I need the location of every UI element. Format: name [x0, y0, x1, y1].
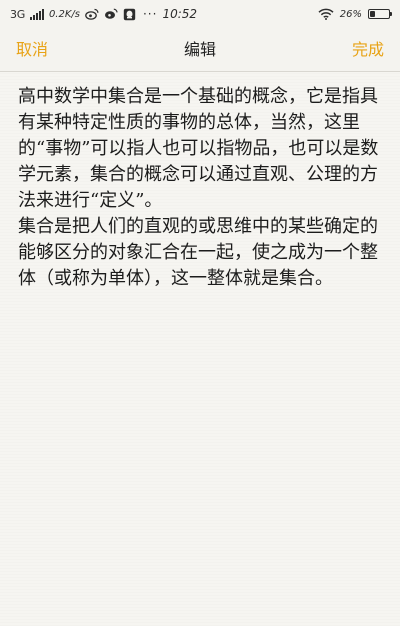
- network-type: 3G: [10, 7, 25, 21]
- battery-level-fill: [370, 11, 375, 17]
- note-paragraph-1[interactable]: 高中数学中集合是一个基础的概念，它是指具有某种特定性质的事物的总体，当然，这里的…: [18, 84, 388, 214]
- nav-bar: 取消 编辑 完成: [0, 28, 400, 72]
- battery-icon: [368, 9, 392, 19]
- page-title: 编辑: [183, 40, 216, 59]
- wifi-icon: [318, 8, 334, 20]
- network-speed: 0.2K/s: [48, 8, 80, 20]
- weibo-alt-icon: [104, 8, 118, 20]
- clock: 10:52: [162, 7, 198, 21]
- status-bar-left: 3G 0.2K/s ··· 10:52: [10, 6, 197, 22]
- done-button[interactable]: 完成: [352, 28, 384, 71]
- battery-percent: 26%: [339, 8, 362, 20]
- chat-icon: [123, 8, 136, 21]
- status-bar: 3G 0.2K/s ··· 10:52 26%: [0, 0, 400, 28]
- note-paragraph-2[interactable]: 集合是把人们的直观的或思维中的某些确定的能够区分的对象汇合在一起，使之成为一个整…: [18, 214, 388, 292]
- cancel-button[interactable]: 取消: [16, 28, 48, 71]
- status-bar-right: 26%: [318, 6, 392, 22]
- note-editor[interactable]: 高中数学中集合是一个基础的概念，它是指具有某种特定性质的事物的总体，当然，这里的…: [0, 72, 400, 626]
- weibo-icon: [85, 8, 99, 20]
- signal-icon: [29, 8, 44, 20]
- more-notifications-icon: ···: [142, 7, 158, 21]
